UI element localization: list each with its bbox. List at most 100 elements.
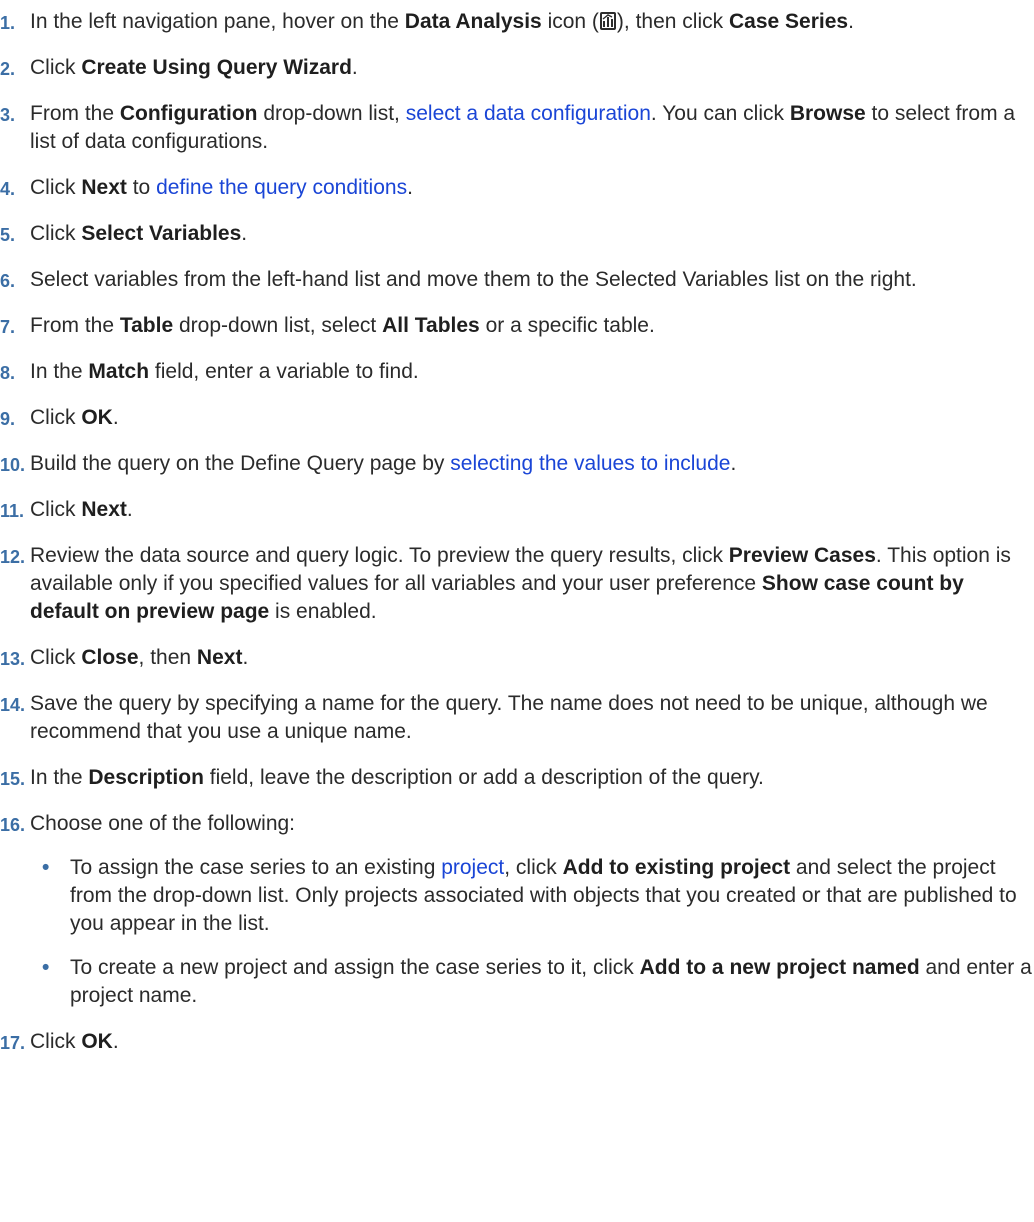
step-body: From the Configuration drop-down list, s… — [30, 102, 1015, 153]
step-body: Build the query on the Define Query page… — [30, 452, 736, 475]
step-text: . — [241, 222, 248, 245]
step-text: . — [730, 452, 737, 475]
step-number: 6. — [0, 271, 16, 291]
step-text: field, enter a variable to find. — [149, 360, 419, 383]
link-selecting-the-values-to-include[interactable]: selecting the values to include — [450, 452, 730, 475]
step-number: 12. — [0, 547, 26, 567]
step-text: , then — [138, 646, 197, 669]
ui-term-add-to-existing-project: Add to existing project — [562, 856, 791, 879]
step-number: 15. — [0, 769, 26, 789]
step-text: Click — [30, 222, 82, 245]
sub-option-body: To create a new project and assign the c… — [70, 956, 1032, 1007]
ui-term-close: Close — [81, 646, 139, 669]
step-item: 3. From the Configuration drop-down list,… — [0, 100, 1034, 156]
step-body: In the left navigation pane, hover on th… — [30, 10, 854, 33]
step-item: 13. Click Close, then Next. — [0, 644, 1034, 672]
step-number: 13. — [0, 649, 26, 669]
step-body: Click Next to define the query condition… — [30, 176, 413, 199]
steps-list: 1. In the left navigation pane, hover on … — [0, 8, 1034, 1056]
ui-term-create-using-query-wizard: Create Using Query Wizard — [81, 56, 352, 79]
step-body: Click Next. — [30, 498, 133, 521]
step-text: Select variables from the left-hand list… — [30, 268, 917, 291]
step-number: 1. — [0, 13, 16, 33]
step-number: 17. — [0, 1033, 26, 1053]
sub-options-list: • To assign the case series to an existin… — [30, 854, 1034, 1010]
step-text: Click — [30, 176, 82, 199]
step-item: 14. Save the query by specifying a name f… — [0, 690, 1034, 746]
bullet-icon: • — [42, 856, 50, 879]
step-body: Review the data source and query logic. … — [30, 544, 1011, 623]
ui-term-table: Table — [119, 314, 174, 337]
step-text: ), then click — [616, 10, 729, 33]
step-item: 8. In the Match field, enter a variable t… — [0, 358, 1034, 386]
step-text: . — [242, 646, 249, 669]
step-text: Click — [30, 498, 82, 521]
step-text: In the — [30, 766, 89, 789]
ui-term-ok: OK — [81, 406, 113, 429]
step-item: 9. Click OK. — [0, 404, 1034, 432]
link-define-the-query-conditions[interactable]: define the query conditions — [156, 176, 407, 199]
step-body: In the Match field, enter a variable to … — [30, 360, 419, 383]
ui-term-configuration: Configuration — [119, 102, 258, 125]
step-text: drop-down list, — [257, 102, 406, 125]
step-text: . — [112, 406, 119, 429]
ui-term-case-series: Case Series — [728, 10, 849, 33]
step-text: From the — [30, 314, 120, 337]
step-text: Click — [30, 56, 82, 79]
step-number: 14. — [0, 695, 26, 715]
sub-option-body: To assign the case series to an existing… — [70, 856, 1017, 935]
step-body: Save the query by specifying a name for … — [30, 692, 988, 743]
step-number: 4. — [0, 179, 16, 199]
step-text: . — [126, 498, 133, 521]
step-body: From the Table drop-down list, select Al… — [30, 314, 655, 337]
step-item: 5. Click Select Variables. — [0, 220, 1034, 248]
step-number: 9. — [0, 409, 16, 429]
step-item: 17. Click OK. — [0, 1028, 1034, 1056]
ui-term-preview-cases: Preview Cases — [728, 544, 876, 567]
step-text: Build the query on the Define Query page… — [30, 452, 451, 475]
ui-term-next: Next — [196, 646, 243, 669]
step-text: . You can click — [650, 102, 790, 125]
step-text: . — [848, 10, 854, 33]
step-text: is enabled. — [269, 600, 377, 623]
step-text: Click — [30, 646, 82, 669]
step-item: 7. From the Table drop-down list, select … — [0, 312, 1034, 340]
data-analysis-icon — [599, 11, 617, 31]
ui-term-add-to-a-new-project-named: Add to a new project named — [639, 956, 920, 979]
step-body: Click Create Using Query Wizard. — [30, 56, 358, 79]
step-item: 16. Choose one of the following: • To assig… — [0, 810, 1034, 1010]
step-text: To create a new project and assign the c… — [70, 956, 640, 979]
ui-term-description: Description — [88, 766, 204, 789]
step-number: 11. — [0, 501, 25, 521]
ui-term-ok: OK — [81, 1030, 113, 1053]
step-body: Choose one of the following: — [30, 812, 295, 835]
step-text: . — [407, 176, 413, 199]
step-item: 1. In the left navigation pane, hover on … — [0, 8, 1034, 36]
step-number: 2. — [0, 59, 16, 79]
step-text: In the — [30, 360, 89, 383]
step-number: 16. — [0, 815, 26, 835]
step-text: . — [351, 56, 358, 79]
step-text: From the — [30, 102, 120, 125]
step-item: 11. Click Next. — [0, 496, 1034, 524]
step-text: drop-down list, select — [173, 314, 383, 337]
step-text: icon ( — [541, 10, 599, 33]
step-body: Click OK. — [30, 1030, 119, 1053]
step-text: , click — [504, 856, 563, 879]
link-select-a-data-configuration[interactable]: select a data configuration — [406, 102, 651, 125]
step-text: In the left navigation pane, hover on th… — [30, 10, 405, 33]
step-number: 8. — [0, 363, 16, 383]
step-text: Click — [30, 1030, 82, 1053]
bullet-icon: • — [42, 956, 50, 979]
sub-option-item: • To create a new project and assign the … — [30, 954, 1034, 1010]
link-project[interactable]: project — [441, 856, 504, 879]
procedure-document: 1. In the left navigation pane, hover on … — [0, 0, 1034, 1056]
ui-term-data-analysis: Data Analysis — [404, 10, 542, 33]
step-text: Review the data source and query logic. … — [30, 544, 729, 567]
step-number: 10. — [0, 455, 26, 475]
step-body: Click OK. — [30, 406, 119, 429]
step-text: Save the query by specifying a name for … — [30, 692, 988, 743]
step-body: In the Description field, leave the desc… — [30, 766, 764, 789]
step-item: 10. Build the query on the Define Query p… — [0, 450, 1034, 478]
step-body: Click Select Variables. — [30, 222, 247, 245]
